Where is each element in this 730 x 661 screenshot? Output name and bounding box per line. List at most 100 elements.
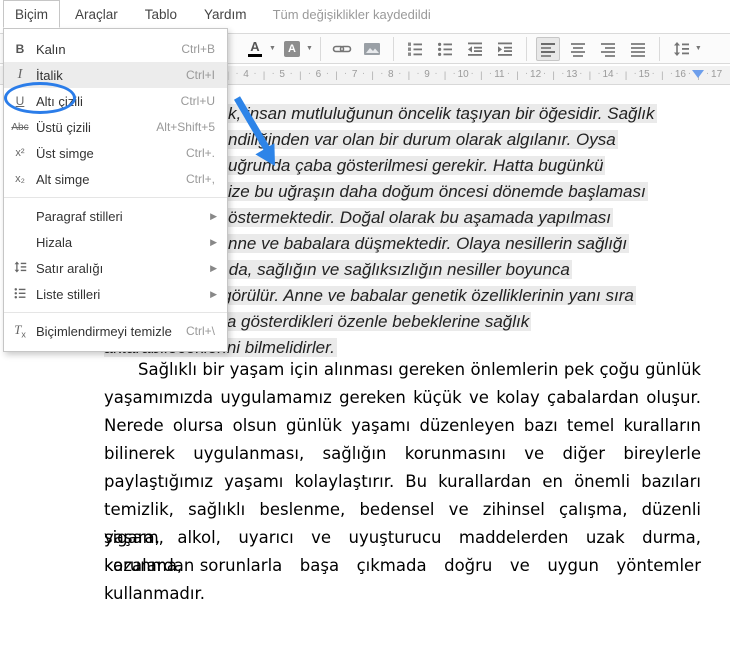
ruler-tick: · xyxy=(307,68,312,79)
underline-icon: U xyxy=(15,94,25,108)
ruler-tick: · xyxy=(398,68,402,79)
ruler-tick: | xyxy=(371,70,374,80)
menu-item-ust-simge[interactable]: x² Üst simge Ctrl+. xyxy=(4,140,227,166)
outdent-button[interactable] xyxy=(463,37,487,61)
ruler-number: 17 xyxy=(711,69,723,80)
ruler-number: 7 xyxy=(351,69,358,80)
menu-item-shortcut: Ctrl+. xyxy=(185,146,215,160)
highlight-color-caret-icon[interactable]: ▼ xyxy=(306,45,313,52)
bold-icon: B xyxy=(15,42,25,56)
ruler-tick: · xyxy=(343,68,348,79)
align-right-button[interactable] xyxy=(596,37,620,61)
outdent-icon xyxy=(466,40,484,58)
menu-item-liste-stilleri[interactable]: Liste stilleri ▶ xyxy=(4,281,227,307)
ruler-tick: · xyxy=(615,68,619,79)
ruler-tick: · xyxy=(651,68,655,79)
line-spacing-caret-icon[interactable]: ▼ xyxy=(695,45,702,52)
ruler-tick: · xyxy=(235,68,239,79)
strikethrough-icon: Abc xyxy=(11,121,29,133)
toolbar-separator xyxy=(658,36,660,61)
menu-item-label: Biçimlendirmeyi temizle xyxy=(36,323,172,339)
ruler-number: 10 xyxy=(457,69,469,80)
menubar-item-tablo[interactable]: Tablo xyxy=(133,0,189,28)
paragraph-text-line: yaşamımızda uygulamamız gereken küçük ve… xyxy=(104,388,701,407)
ruler-tick: | xyxy=(552,70,555,80)
ruler-tick: | xyxy=(588,70,592,80)
selected-text-line: ize bu uğraşın daha doğum öncesi dönemde… xyxy=(228,179,657,205)
ruler-tick: · xyxy=(506,68,511,79)
menu-separator xyxy=(4,312,227,313)
ruler-tick: · xyxy=(597,68,601,79)
justify-icon xyxy=(629,40,647,58)
highlight-color-icon: A xyxy=(283,40,300,57)
selected-text-line: ndiliğinden var olan bir durum olarak al… xyxy=(228,127,657,153)
menu-item-label: Liste stilleri xyxy=(36,286,101,302)
list-styles-icon xyxy=(4,286,36,303)
highlight-color-button[interactable]: A xyxy=(280,37,304,61)
menu-item-paragraf-stilleri[interactable]: Paragraf stilleri ▶ xyxy=(4,203,227,229)
ruler-tick: · xyxy=(289,68,293,79)
menu-item-shortcut: Ctrl+U xyxy=(180,94,215,108)
menu-item-label: Paragraf stilleri xyxy=(36,208,123,224)
indent-button[interactable] xyxy=(493,37,517,61)
paragraph-text-line: kullanmadır. xyxy=(104,584,205,603)
menu-item-hizala[interactable]: Hizala ▶ xyxy=(4,229,227,255)
ruler-tick: · xyxy=(452,68,456,79)
ruler-tick: | xyxy=(624,70,628,80)
align-left-button[interactable] xyxy=(535,36,560,61)
selected-text-line: uğrunda çaba gösterilmesi gerekir. Hatta… xyxy=(228,153,657,179)
menu-item-shortcut: Ctrl+, xyxy=(185,172,215,186)
menubar-item-araclar[interactable]: Araçlar xyxy=(63,0,130,28)
selected-text-highlight: ndiliğinden var olan bir durum olarak al… xyxy=(228,130,618,149)
menu-item-label: Satır aralığı xyxy=(36,260,104,276)
menu-item-alt-simge[interactable]: x₂ Alt simge Ctrl+, xyxy=(4,166,227,192)
ruler-tick: · xyxy=(470,68,474,79)
submenu-arrow-icon: ▶ xyxy=(210,262,217,273)
toolbar-separator xyxy=(525,36,527,61)
menu-item-satir-araligi[interactable]: Satır aralığı ▶ xyxy=(4,255,227,281)
menu-item-i-talik[interactable]: I İtalik Ctrl+I xyxy=(4,62,227,88)
align-center-icon xyxy=(569,40,587,58)
text-color-caret-icon[interactable]: ▼ xyxy=(269,45,276,52)
menu-separator xyxy=(4,197,227,198)
justify-button[interactable] xyxy=(626,37,650,61)
align-center-button[interactable] xyxy=(566,37,590,61)
menu-item-label: Üstü çizili xyxy=(36,119,91,135)
menu-item-bicimlendirmeyi-temizle[interactable]: Tx Biçimlendirmeyi temizle Ctrl+\ xyxy=(4,318,227,344)
right-indent-marker[interactable] xyxy=(692,70,704,78)
insert-image-button[interactable] xyxy=(360,37,384,61)
selected-paragraph-clipped[interactable]: k, insan mutluluğunun öncelik taşıyan bi… xyxy=(228,101,657,257)
menu-item-ustu-cizili[interactable]: Abc Üstü çizili Alt+Shift+5 xyxy=(4,114,227,140)
menubar-item-bicim[interactable]: Biçim xyxy=(3,0,60,28)
text-color-button[interactable]: A xyxy=(243,37,267,61)
ruler-tick: · xyxy=(361,68,366,79)
second-paragraph[interactable]: Sağlıklı bir yaşam için alınması gereken… xyxy=(104,356,701,608)
paragraph-text-line: korunma, sorunlarla başa çıkmada doğru v… xyxy=(104,556,701,575)
ruler-tick: | xyxy=(262,70,266,80)
ruler-tick: | xyxy=(516,70,519,80)
paragraph-text-line: bilinerek uygulanması, sağlığın korunmas… xyxy=(104,444,701,463)
ruler-tick: · xyxy=(380,68,384,79)
italic-icon: I xyxy=(17,67,23,82)
line-spacing-icon xyxy=(4,260,36,277)
menu-item-kalin[interactable]: B Kalın Ctrl+B xyxy=(4,36,227,62)
ruler-tick: · xyxy=(325,68,330,79)
ruler-tick: · xyxy=(524,68,529,79)
numbered-list-icon xyxy=(406,40,424,58)
menu-item-alti-cizili[interactable]: U Altı çizili Ctrl+U xyxy=(4,88,227,114)
ruler-tick: · xyxy=(561,68,565,79)
numbered-list-button[interactable] xyxy=(403,37,427,61)
bulleted-list-button[interactable] xyxy=(433,37,457,61)
submenu-arrow-icon: ▶ xyxy=(210,210,217,221)
menubar-item-yardim[interactable]: Yardım xyxy=(192,0,259,28)
selected-text-highlight: k, insan mutluluğunun öncelik taşıyan bi… xyxy=(228,104,657,123)
ruler-number: 5 xyxy=(279,69,285,80)
indent-icon xyxy=(496,40,514,58)
line-spacing-button[interactable] xyxy=(669,37,693,61)
text-color-icon: A xyxy=(248,40,262,57)
link-button[interactable] xyxy=(330,37,354,61)
ruler-tick: · xyxy=(579,68,583,79)
ruler-tick: · xyxy=(488,68,493,79)
paragraph-text-line: sigara, alkol, uyarıcı ve uyuşturucu mad… xyxy=(104,528,701,575)
ruler-tick: · xyxy=(542,68,547,79)
